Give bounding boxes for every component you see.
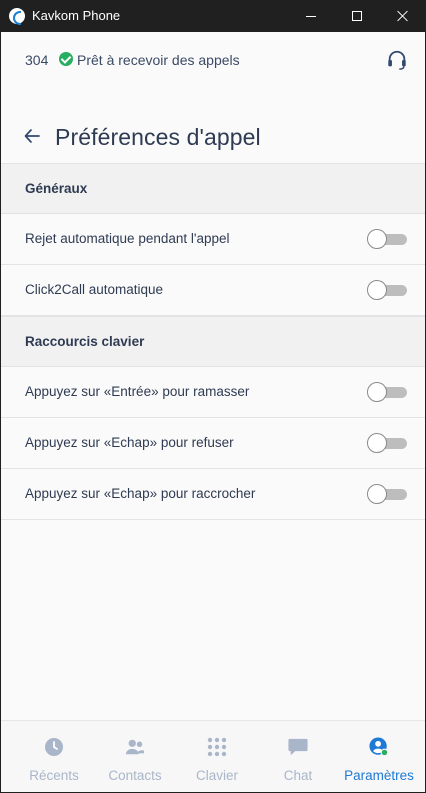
app-content: 304 Prêt à recevoir des appels Préférenc… bbox=[1, 32, 425, 792]
minimize-button[interactable] bbox=[288, 0, 334, 32]
title-bar: Kavkom Phone bbox=[0, 0, 426, 32]
window-title: Kavkom Phone bbox=[32, 8, 121, 23]
nav-label: Chat bbox=[283, 768, 313, 783]
bottom-nav: Récents Contacts Clavier Chat Paramètres bbox=[1, 720, 425, 792]
nav-label: Récents bbox=[29, 768, 79, 783]
option-label: Appuyez sur «Echap» pour raccrocher bbox=[25, 486, 256, 501]
contacts-icon bbox=[125, 739, 145, 755]
section-title: Généraux bbox=[25, 181, 88, 196]
option-row-escape-hangup: Appuyez sur «Echap» pour raccrocher bbox=[1, 469, 425, 520]
nav-item-recents[interactable]: Récents bbox=[12, 721, 96, 793]
toggle-knob bbox=[367, 484, 387, 504]
nav-label: Contacts bbox=[108, 768, 162, 783]
option-label: Appuyez sur «Entrée» pour ramasser bbox=[25, 384, 250, 399]
option-row-click2call: Click2Call automatique bbox=[1, 265, 425, 316]
chat-icon bbox=[288, 738, 308, 756]
option-row-auto-reject: Rejet automatique pendant l'appel bbox=[1, 214, 425, 265]
escape-decline-toggle[interactable] bbox=[367, 433, 407, 453]
toggle-knob bbox=[367, 382, 387, 402]
section-header-shortcuts: Raccourcis clavier bbox=[1, 316, 425, 367]
user-settings-icon bbox=[369, 737, 389, 757]
option-label: Click2Call automatique bbox=[25, 282, 164, 297]
click2call-toggle[interactable] bbox=[367, 280, 407, 300]
nav-item-contacts[interactable]: Contacts bbox=[93, 721, 177, 793]
page-title: Préférences d'appel bbox=[55, 124, 261, 150]
option-row-escape-decline: Appuyez sur «Echap» pour refuser bbox=[1, 418, 425, 469]
toggle-knob bbox=[367, 280, 387, 300]
option-label: Rejet automatique pendant l'appel bbox=[25, 231, 230, 246]
close-icon bbox=[397, 10, 409, 22]
dialpad-icon bbox=[207, 737, 227, 757]
maximize-button[interactable] bbox=[334, 0, 380, 32]
escape-hangup-toggle[interactable] bbox=[367, 484, 407, 504]
option-row-enter-answer: Appuyez sur «Entrée» pour ramasser bbox=[1, 367, 425, 418]
minimize-icon bbox=[306, 15, 316, 17]
nav-item-chat[interactable]: Chat bbox=[256, 721, 340, 793]
close-button[interactable] bbox=[380, 0, 426, 32]
section-title: Raccourcis clavier bbox=[25, 334, 145, 349]
maximize-icon bbox=[352, 11, 362, 21]
kavkom-logo-icon bbox=[9, 8, 25, 25]
auto-reject-toggle[interactable] bbox=[367, 229, 407, 249]
toggle-knob bbox=[367, 433, 387, 453]
nav-item-settings[interactable]: Paramètres bbox=[337, 721, 421, 793]
option-label: Appuyez sur «Echap» pour refuser bbox=[25, 435, 234, 450]
back-arrow-icon[interactable] bbox=[23, 127, 41, 145]
status-text[interactable]: Prêt à recevoir des appels bbox=[77, 52, 240, 68]
status-bar: 304 Prêt à recevoir des appels bbox=[1, 32, 425, 87]
clock-icon bbox=[45, 738, 63, 756]
check-circle-icon bbox=[59, 52, 73, 66]
nav-item-dialpad[interactable]: Clavier bbox=[175, 721, 259, 793]
app-window: Kavkom Phone 304 Prêt à recevoir des app… bbox=[0, 0, 426, 793]
toggle-knob bbox=[367, 229, 387, 249]
nav-label: Clavier bbox=[195, 768, 238, 783]
extension-number: 304 bbox=[25, 52, 49, 68]
headset-icon[interactable] bbox=[386, 49, 408, 71]
section-header-general: Généraux bbox=[1, 163, 425, 214]
nav-label: Paramètres bbox=[344, 768, 414, 783]
enter-answer-toggle[interactable] bbox=[367, 382, 407, 402]
